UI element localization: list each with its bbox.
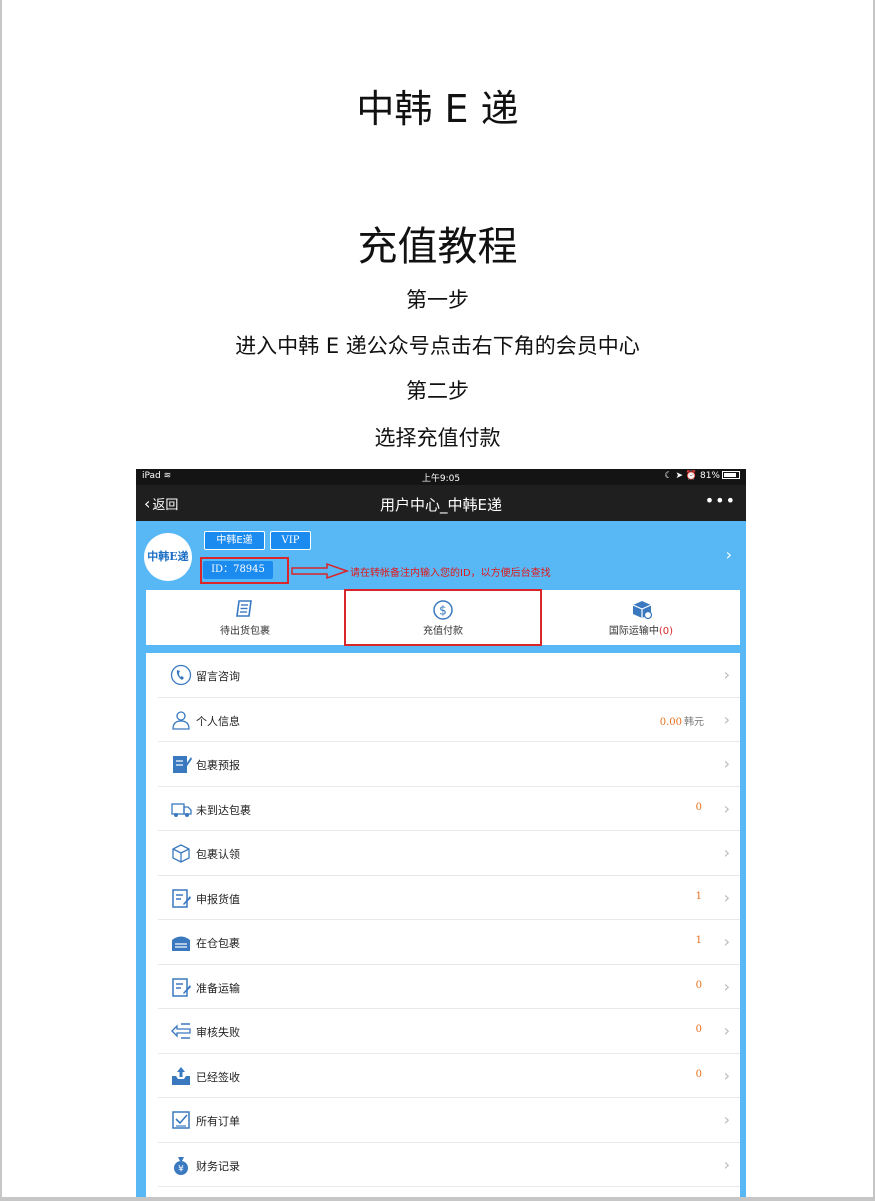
menu-row-4[interactable]: 未到达包裹 0 › bbox=[158, 787, 740, 831]
menu-value: 0 bbox=[695, 1024, 702, 1035]
menu-label: 包裹预报 bbox=[196, 759, 240, 772]
order-check-icon bbox=[172, 1111, 190, 1129]
chevron-right-icon: › bbox=[723, 887, 730, 907]
truck-icon bbox=[171, 802, 192, 817]
status-right: ☾ ➤ ⏰ 81% bbox=[665, 471, 740, 481]
menu-label: 留言咨询 bbox=[196, 670, 240, 683]
chevron-right-icon: › bbox=[723, 932, 730, 951]
step-two-text: 选择充值付款 bbox=[374, 426, 501, 450]
quick-pending-shipment[interactable]: 待出货包裹 bbox=[146, 590, 344, 645]
chevron-right-icon: › bbox=[723, 754, 730, 773]
menu-row-12[interactable]: ¥ 财务记录 › bbox=[158, 1143, 740, 1187]
menu-row-8[interactable]: 准备运输 0 › bbox=[158, 965, 740, 1009]
step-one-text: 进入中韩 E 递公众号点击右下角的会员中心 bbox=[235, 334, 640, 358]
menu-row-9[interactable]: 审核失败 0 › bbox=[158, 1009, 740, 1054]
menu-row-1[interactable]: 留言咨询 › bbox=[158, 653, 740, 698]
chevron-right-icon: › bbox=[723, 1065, 730, 1085]
chevron-right-icon: › bbox=[723, 1021, 730, 1040]
money-bag-icon: ¥ bbox=[174, 1156, 188, 1175]
menu-value bbox=[702, 757, 704, 768]
menu-label: 包裹认领 bbox=[196, 848, 240, 861]
box-icon bbox=[172, 844, 190, 863]
phone-icon bbox=[170, 664, 192, 686]
inbox-upload-icon bbox=[172, 1066, 190, 1085]
menu-row-7[interactable]: 在仓包裹 1 › bbox=[158, 920, 740, 965]
menu-value: 0 bbox=[695, 1068, 702, 1080]
menu-row-6[interactable]: 申报货值 1 › bbox=[158, 876, 740, 920]
menu-value: 1 bbox=[695, 890, 702, 902]
chevron-right-icon: › bbox=[723, 709, 730, 729]
chevron-right-icon: › bbox=[723, 843, 730, 862]
menu-row-10[interactable]: 已经签收 0 › bbox=[158, 1054, 740, 1098]
chevron-right-icon: › bbox=[723, 976, 730, 996]
step-one-heading: 第一步 bbox=[406, 288, 469, 312]
battery-percent: 81% bbox=[699, 471, 720, 481]
more-options-icon[interactable]: ••• bbox=[705, 491, 736, 510]
package-list-icon bbox=[236, 600, 252, 617]
prepare-doc-icon bbox=[172, 977, 191, 997]
location-icon: ➤ bbox=[675, 471, 684, 481]
document-page: 中韩 E 递 充值教程 第一步 进入中韩 E 递公众号点击右下角的会员中心 第二… bbox=[2, 0, 873, 1197]
battery-icon bbox=[722, 471, 740, 479]
menu-value bbox=[702, 846, 704, 857]
menu-row-2[interactable]: 个人信息 0.00 韩元 › bbox=[158, 698, 740, 742]
alarm-icon: ⏰ bbox=[685, 471, 698, 481]
menu-value bbox=[702, 668, 704, 679]
menu-row-11[interactable]: 所有订单 › bbox=[158, 1098, 740, 1143]
moon-icon: ☾ bbox=[664, 471, 673, 481]
id-highlight-box bbox=[200, 557, 289, 584]
shipping-box-icon bbox=[632, 601, 653, 620]
fail-arrows-icon bbox=[171, 1023, 191, 1039]
avatar: 中韩E递 bbox=[144, 533, 192, 581]
step-two-heading: 第二步 bbox=[406, 379, 469, 403]
menu-row-5[interactable]: 包裹认领 › bbox=[158, 831, 740, 876]
menu-value: 0 bbox=[695, 801, 702, 813]
user-icon bbox=[172, 710, 190, 730]
quick-international-transit[interactable]: 国际运输中(0) bbox=[542, 590, 740, 645]
menu-label: 未到达包裹 bbox=[196, 803, 251, 817]
chevron-right-icon: › bbox=[723, 798, 730, 818]
menu-value: 1 bbox=[695, 935, 702, 946]
svg-text:¥: ¥ bbox=[178, 1164, 184, 1174]
chevron-right-icon: › bbox=[725, 545, 732, 564]
menu-label: 在仓包裹 bbox=[196, 937, 240, 950]
recharge-highlight-box bbox=[344, 589, 542, 646]
chevron-right-icon: › bbox=[723, 665, 730, 684]
annotation-arrow-icon bbox=[291, 562, 349, 580]
chevron-right-icon: › bbox=[723, 1154, 730, 1174]
menu-label: 申报货值 bbox=[196, 892, 240, 906]
document-title: 中韩 E 递 bbox=[356, 87, 519, 131]
document-subtitle: 充值教程 bbox=[357, 224, 518, 270]
menu-label: 审核失败 bbox=[196, 1026, 240, 1039]
chevron-right-icon: › bbox=[723, 1110, 730, 1129]
warehouse-icon bbox=[172, 936, 190, 951]
edit-form-icon bbox=[173, 756, 192, 773]
menu-value: 0 bbox=[695, 979, 702, 991]
status-bar: iPad ≋ 上午9:05 ☾ ➤ ⏰ 81% bbox=[136, 469, 746, 485]
menu-value bbox=[702, 1113, 704, 1124]
annotation-text: 请在转帐备注内输入您的ID，以方便后台查找 bbox=[350, 568, 551, 579]
declare-doc-icon bbox=[172, 888, 191, 908]
menu-label: 财务记录 bbox=[196, 1159, 240, 1173]
quick-label: 待出货包裹 bbox=[220, 626, 270, 637]
status-time: 上午9:05 bbox=[421, 474, 461, 484]
menu-label: 准备运输 bbox=[196, 981, 240, 995]
menu-label: 个人信息 bbox=[196, 714, 240, 728]
profile-header[interactable]: 中韩E递 中韩E递 VIP ID：78945 请在转帐备注内输入您的ID，以方便… bbox=[136, 521, 746, 589]
transit-count-badge: (0) bbox=[658, 626, 674, 637]
menu-label: 已经签收 bbox=[196, 1070, 240, 1084]
brand-tag: 中韩E递 bbox=[204, 531, 265, 550]
menu-row-3[interactable]: 包裹预报 › bbox=[158, 742, 740, 787]
nav-title: 用户中心_中韩E递 bbox=[380, 496, 502, 514]
phone-screenshot: iPad ≋ 上午9:05 ☾ ➤ ⏰ 81% ‹ 返回 用户中心_中韩E递 ••… bbox=[136, 469, 746, 1197]
quick-label: 国际运输中(0) bbox=[608, 626, 674, 637]
menu-value bbox=[702, 1158, 704, 1169]
menu-label: 所有订单 bbox=[196, 1115, 240, 1128]
member-menu-list: 留言咨询 › 个人信息 0.00 韩元 › 包裹预报 › 未到达包裹 0 › 包裹认领 › 申报货值 1 › 在… bbox=[146, 653, 740, 1197]
menu-value: 0.00 韩元 bbox=[659, 716, 704, 728]
vip-tag: VIP bbox=[270, 531, 311, 550]
nav-bar: ‹ 返回 用户中心_中韩E递 ••• bbox=[136, 485, 746, 521]
